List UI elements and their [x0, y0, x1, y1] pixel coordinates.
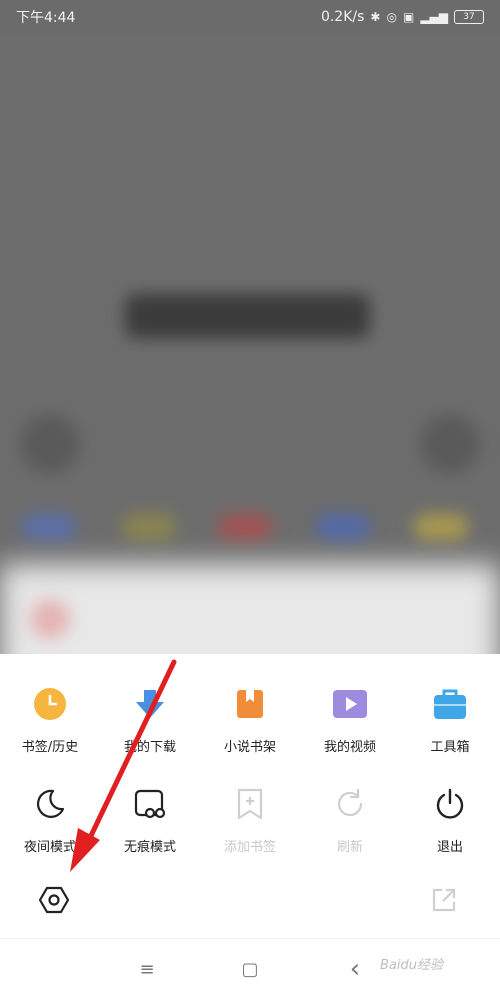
menu-row-secondary: 夜间模式 无痕模式 添加书签 刷新 退出 — [0, 784, 500, 855]
blurred-background-page — [0, 34, 500, 654]
menu-item-add-bookmark[interactable]: 添加书签 — [200, 784, 300, 855]
menu-item-downloads[interactable]: 我的下载 — [100, 684, 200, 755]
add-bookmark-icon — [230, 784, 270, 824]
battery-icon: 37 — [454, 10, 484, 24]
menu-item-label: 刷新 — [336, 840, 363, 855]
recent-apps-button[interactable]: ≡ — [132, 954, 162, 984]
menu-row-primary: 书签/历史 我的下载 小说书架 我的视频 工具箱 — [0, 684, 500, 755]
blurred-shortcut-5 — [414, 514, 468, 540]
blurred-shortcut-3 — [218, 514, 272, 540]
net-speed: 0.2K/s — [320, 9, 365, 25]
blurred-shortcut-4 — [316, 514, 370, 540]
divider — [0, 938, 500, 939]
power-icon — [430, 784, 470, 824]
menu-item-novel-shelf[interactable]: 小说书架 — [200, 684, 300, 755]
menu-item-label: 无痕模式 — [123, 840, 176, 855]
toolbox-icon — [430, 684, 470, 724]
bluetooth-icon: ✱ — [370, 10, 381, 24]
home-button[interactable]: ▢ — [235, 954, 265, 984]
status-bar: 下午4:44 0.2K/s ✱ ◎ ▣ ▂▄▆ 37 — [0, 0, 500, 34]
blurred-feed-thumb — [30, 599, 70, 639]
refresh-icon — [330, 784, 370, 824]
blurred-right-element — [420, 414, 480, 474]
menu-item-refresh[interactable]: 刷新 — [300, 784, 400, 855]
blurred-left-element — [20, 414, 80, 474]
browser-menu-sheet: 书签/历史 我的下载 小说书架 我的视频 工具箱 夜间模式 无痕模式 添加书签 … — [0, 654, 500, 1000]
battery-level: 37 — [463, 12, 475, 22]
video-play-icon — [330, 684, 370, 724]
menu-item-label: 工具箱 — [430, 740, 470, 755]
menu-item-label: 夜间模式 — [23, 840, 76, 855]
alarm-icon: ◎ — [386, 10, 397, 24]
menu-item-exit[interactable]: 退出 — [400, 784, 500, 855]
status-time: 下午4:44 — [16, 10, 76, 26]
clock-icon — [30, 684, 70, 724]
blurred-shortcut-2 — [122, 514, 176, 540]
status-icons: 0.2K/s ✱ ◎ ▣ ▂▄▆ 37 — [321, 9, 484, 25]
menu-item-incognito-mode[interactable]: 无痕模式 — [100, 784, 200, 855]
sim-icon: ▣ — [402, 10, 415, 24]
menu-item-bookmarks-history[interactable]: 书签/历史 — [0, 684, 100, 755]
blurred-shortcut-1 — [22, 514, 76, 540]
hexagon-settings-icon — [38, 886, 70, 914]
menu-item-label: 我的下载 — [123, 740, 176, 755]
menu-item-label: 我的视频 — [323, 740, 376, 755]
menu-item-my-videos[interactable]: 我的视频 — [300, 684, 400, 755]
back-button[interactable]: ‹ — [340, 954, 370, 984]
incognito-icon — [130, 784, 170, 824]
share-button[interactable] — [426, 882, 462, 918]
blurred-logo — [125, 294, 370, 338]
menu-item-label: 添加书签 — [223, 840, 276, 855]
menu-item-toolbox[interactable]: 工具箱 — [400, 684, 500, 755]
watermark: Baidu经验 — [380, 958, 443, 973]
settings-button[interactable] — [36, 882, 72, 918]
menu-item-label: 小说书架 — [223, 740, 276, 755]
menu-item-label: 退出 — [436, 840, 463, 855]
bookshelf-icon — [230, 684, 270, 724]
moon-icon — [30, 784, 70, 824]
menu-item-night-mode[interactable]: 夜间模式 — [0, 784, 100, 855]
download-arrow-icon — [130, 684, 170, 724]
menu-item-label: 书签/历史 — [21, 740, 79, 755]
share-out-icon — [432, 888, 456, 912]
signal-icon: ▂▄▆ — [420, 10, 448, 24]
blurred-feed — [0, 564, 500, 654]
